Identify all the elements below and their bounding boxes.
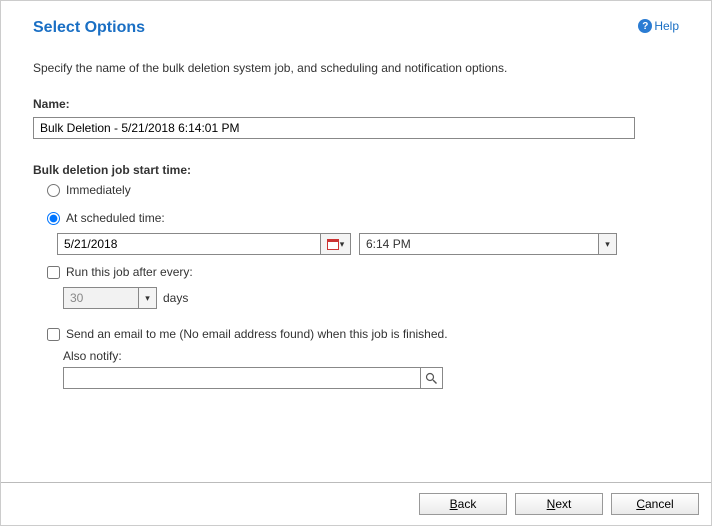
also-notify-input[interactable]: [64, 368, 420, 388]
date-input[interactable]: [58, 234, 320, 254]
recur-checkbox[interactable]: [47, 266, 60, 279]
immediately-radio[interactable]: [47, 184, 60, 197]
chevron-down-icon: ▾: [145, 294, 150, 303]
recur-row: Run this job after every:: [47, 265, 679, 279]
also-notify-wrap: [63, 367, 443, 389]
start-time-label: Bulk deletion job start time:: [33, 163, 679, 177]
select-options-dialog: Select Options ? Help Specify the name o…: [0, 0, 712, 526]
back-button[interactable]: Back: [419, 493, 507, 515]
calendar-icon: [327, 238, 339, 250]
next-button[interactable]: Next: [515, 493, 603, 515]
date-picker-button[interactable]: ▾: [320, 234, 350, 254]
recur-label: Run this job after every:: [66, 265, 193, 279]
cancel-button[interactable]: Cancel: [611, 493, 699, 515]
also-notify-label: Also notify:: [63, 349, 679, 363]
dialog-content: Select Options ? Help Specify the name o…: [1, 1, 711, 389]
email-label: Send an email to me (No email address fo…: [66, 327, 448, 341]
time-dropdown-button[interactable]: ▾: [598, 234, 616, 254]
recur-unit-label: days: [163, 291, 188, 305]
scheduled-label: At scheduled time:: [66, 211, 165, 225]
email-row: Send an email to me (No email address fo…: [47, 327, 679, 341]
recur-days-value: 30: [64, 291, 138, 305]
time-value[interactable]: 6:14 PM: [360, 237, 598, 251]
chevron-down-icon: ▾: [605, 240, 610, 249]
help-link[interactable]: ? Help: [638, 19, 679, 33]
recur-days-select[interactable]: 30 ▾: [63, 287, 157, 309]
description-text: Specify the name of the bulk deletion sy…: [33, 61, 679, 75]
immediately-label: Immediately: [66, 183, 131, 197]
help-icon: ?: [638, 19, 652, 33]
page-title: Select Options: [33, 19, 145, 37]
lookup-button[interactable]: [420, 368, 442, 388]
time-input-wrap: 6:14 PM ▾: [359, 233, 617, 255]
scheduled-radio[interactable]: [47, 212, 60, 225]
immediately-row: Immediately: [47, 183, 679, 197]
name-input[interactable]: [33, 117, 635, 139]
scheduled-row: At scheduled time:: [47, 211, 679, 225]
name-label: Name:: [33, 97, 679, 111]
search-icon: [425, 372, 438, 385]
recur-days-dropdown[interactable]: ▾: [138, 288, 156, 308]
schedule-inputs: ▾ 6:14 PM ▾: [57, 233, 679, 255]
recur-value-row: 30 ▾ days: [63, 287, 679, 309]
help-label: Help: [654, 19, 679, 33]
footer: Back Next Cancel: [1, 482, 711, 525]
header-row: Select Options ? Help: [33, 19, 679, 37]
email-checkbox[interactable]: [47, 328, 60, 341]
chevron-down-icon: ▾: [340, 240, 345, 249]
date-input-wrap: ▾: [57, 233, 351, 255]
